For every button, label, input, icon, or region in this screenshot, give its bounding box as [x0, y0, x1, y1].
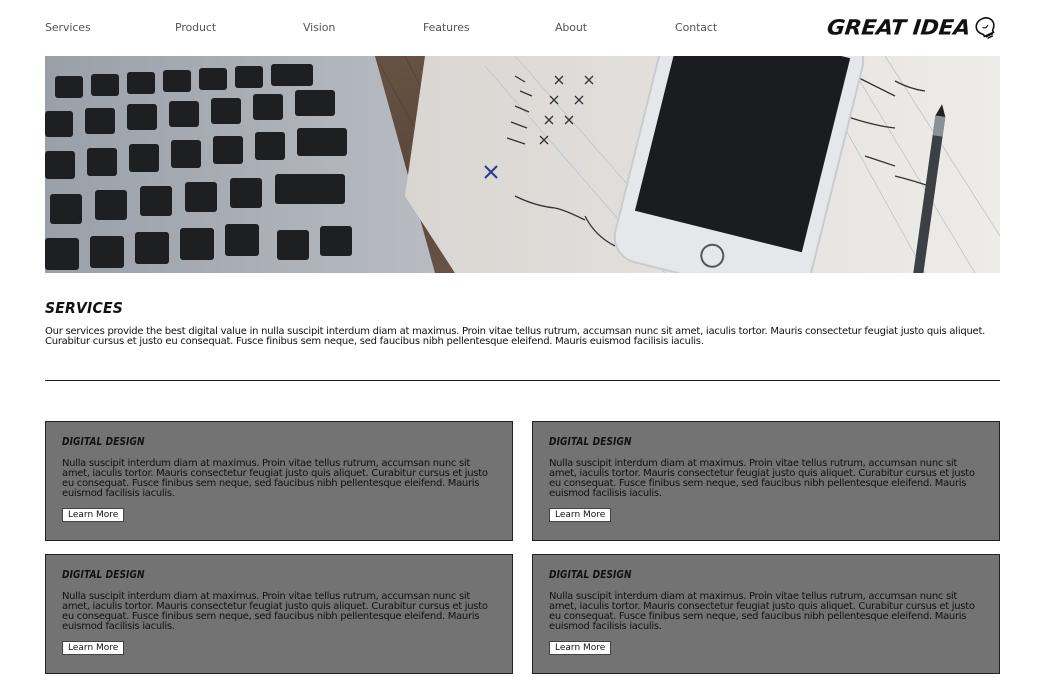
nav-link-services[interactable]: Services	[45, 21, 91, 34]
card-text: Nulla suscipit interdum diam at maximus.…	[549, 458, 975, 499]
top-nav: Services Product Vision Features About C…	[45, 0, 1000, 56]
desk-photo-illustration	[45, 56, 1000, 273]
services-heading: Services	[45, 300, 123, 318]
service-card: Digital Design Nulla suscipit interdum d…	[532, 554, 1000, 674]
learn-more-button[interactable]: Learn More	[62, 508, 125, 522]
learn-more-button[interactable]: Learn More	[549, 641, 612, 655]
learn-more-button[interactable]: Learn More	[549, 508, 612, 522]
hero-image	[45, 56, 1000, 273]
service-card: Digital Design Nulla suscipit interdum d…	[532, 421, 1000, 541]
nav-link-contact[interactable]: Contact	[675, 21, 717, 34]
brand-logo[interactable]: GREAT IDEA	[784, 14, 1000, 42]
card-text: Nulla suscipit interdum diam at maximus.…	[549, 591, 975, 632]
services-description: Our services provide the best digital va…	[45, 326, 986, 347]
nav-link-features[interactable]: Features	[423, 21, 470, 34]
learn-more-button[interactable]: Learn More	[62, 641, 125, 655]
card-title: Digital Design	[549, 570, 632, 582]
nav-link-about[interactable]: About	[555, 21, 587, 34]
nav-link-vision[interactable]: Vision	[303, 21, 335, 34]
card-title: Digital Design	[549, 437, 632, 449]
service-card: Digital Design Nulla suscipit interdum d…	[45, 554, 513, 674]
card-title: Digital Design	[62, 570, 145, 582]
card-title: Digital Design	[62, 437, 145, 449]
logo-wordmark: GREAT IDEA	[825, 16, 972, 40]
lightbulb-icon	[975, 17, 995, 39]
page: Services Product Vision Features About C…	[0, 0, 1041, 684]
nav-link-product[interactable]: Product	[175, 21, 216, 34]
section-divider	[45, 380, 1000, 381]
card-text: Nulla suscipit interdum diam at maximus.…	[62, 458, 488, 499]
service-card: Digital Design Nulla suscipit interdum d…	[45, 421, 513, 541]
card-text: Nulla suscipit interdum diam at maximus.…	[62, 591, 488, 632]
